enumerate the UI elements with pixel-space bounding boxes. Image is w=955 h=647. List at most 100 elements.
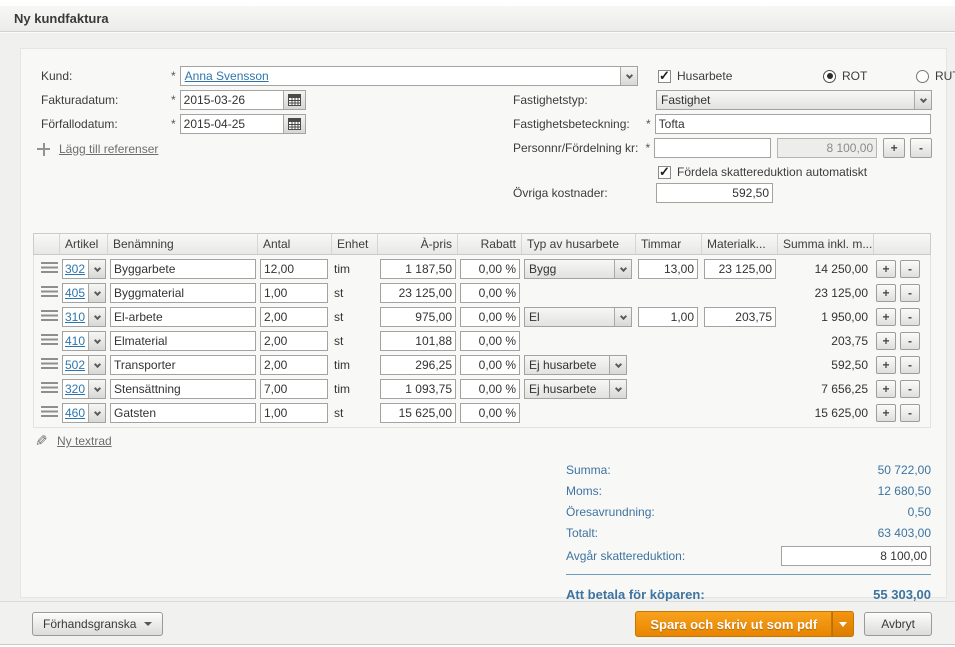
add-person-button[interactable]: + [883,138,905,158]
husarbete-typ-select[interactable]: El [524,307,632,327]
benamning-input[interactable] [110,259,256,279]
apris-input[interactable] [380,355,456,375]
remove-row-button[interactable]: - [900,356,920,374]
timmar-input[interactable] [638,307,698,327]
materialkostnad-input[interactable] [704,259,776,279]
add-row-button[interactable]: + [876,332,896,350]
fastighetstyp-select[interactable]: Fastighet [656,90,932,110]
kund-combobox[interactable]: Anna Svensson [180,66,638,86]
artikel-link[interactable]: 302 [65,262,85,276]
ovriga-kostnader-input[interactable] [656,183,773,203]
apris-input[interactable] [380,259,456,279]
forfallodatum-input[interactable] [181,115,283,133]
rut-radio[interactable] [916,70,929,83]
chevron-down-icon[interactable] [88,284,105,302]
add-row-button[interactable]: + [876,284,896,302]
artikel-link[interactable]: 310 [65,310,85,324]
calendar-icon[interactable] [283,115,305,133]
kund-link[interactable]: Anna Svensson [185,69,269,83]
chevron-down-icon[interactable] [914,91,931,109]
chevron-down-icon[interactable] [620,67,637,85]
antal-input[interactable] [260,331,328,351]
add-row-button[interactable]: + [876,356,896,374]
save-print-pdf-button[interactable]: Spara och skriv ut som pdf [635,611,832,637]
add-row-button[interactable]: + [876,260,896,278]
artikel-link[interactable]: 502 [65,358,85,372]
save-options-dropdown-button[interactable] [832,611,854,637]
chevron-down-icon[interactable] [609,380,626,398]
rabatt-input[interactable] [460,355,520,375]
preview-button[interactable]: Förhandsgranska [32,612,163,636]
remove-row-button[interactable]: - [900,260,920,278]
benamning-input[interactable] [110,331,256,351]
calendar-icon[interactable] [283,91,305,109]
timmar-input[interactable] [638,259,698,279]
chevron-down-icon[interactable] [88,356,105,374]
antal-input[interactable] [260,379,328,399]
rabatt-input[interactable] [460,331,520,351]
benamning-input[interactable] [110,283,256,303]
husarbete-typ-select[interactable]: Bygg [524,259,632,279]
drag-handle-icon[interactable] [41,358,58,369]
rabatt-input[interactable] [460,403,520,423]
chevron-down-icon[interactable] [614,308,631,326]
artikel-link[interactable]: 410 [65,334,85,348]
antal-input[interactable] [260,307,328,327]
apris-input[interactable] [380,307,456,327]
benamning-input[interactable] [110,307,256,327]
add-row-button[interactable]: + [876,380,896,398]
husarbete-typ-select[interactable]: Ej husarbete [524,379,627,399]
rabatt-input[interactable] [460,259,520,279]
remove-row-button[interactable]: - [900,380,920,398]
remove-row-button[interactable]: - [900,332,920,350]
fordela-checkbox[interactable] [658,166,671,179]
husarbete-typ-select[interactable]: Ej husarbete [524,355,627,375]
materialkostnad-input[interactable] [704,307,776,327]
chevron-down-icon[interactable] [88,260,105,278]
artikel-link[interactable]: 460 [65,406,85,420]
artikel-combo[interactable]: 405 [62,283,106,303]
personnr-input[interactable] [654,138,771,158]
rabatt-input[interactable] [460,307,520,327]
remove-row-button[interactable]: - [900,284,920,302]
add-row-button[interactable]: + [876,308,896,326]
drag-handle-icon[interactable] [41,406,58,417]
husarbete-checkbox[interactable] [658,70,671,83]
chevron-down-icon[interactable] [88,308,105,326]
drag-handle-icon[interactable] [41,310,58,321]
benamning-input[interactable] [110,403,256,423]
artikel-link[interactable]: 405 [65,286,85,300]
skattereduktion-input[interactable] [781,546,931,566]
benamning-input[interactable] [110,379,256,399]
artikel-combo[interactable]: 460 [62,403,106,423]
chevron-down-icon[interactable] [88,404,105,422]
rabatt-input[interactable] [460,283,520,303]
chevron-down-icon[interactable] [614,260,631,278]
benamning-input[interactable] [110,355,256,375]
antal-input[interactable] [260,355,328,375]
fastighetsbeteckning-input[interactable] [655,114,931,134]
remove-person-button[interactable]: - [910,138,932,158]
apris-input[interactable] [380,379,456,399]
drag-handle-icon[interactable] [41,334,58,345]
artikel-combo[interactable]: 310 [62,307,106,327]
artikel-combo[interactable]: 302 [62,259,106,279]
apris-input[interactable] [380,283,456,303]
new-text-row-link[interactable]: Ny textrad [57,434,112,448]
drag-handle-icon[interactable] [41,262,58,273]
artikel-link[interactable]: 320 [65,382,85,396]
chevron-down-icon[interactable] [609,356,626,374]
artikel-combo[interactable]: 320 [62,379,106,399]
drag-handle-icon[interactable] [41,382,58,393]
add-row-button[interactable]: + [876,404,896,422]
artikel-combo[interactable]: 502 [62,355,106,375]
remove-row-button[interactable]: - [900,404,920,422]
add-references-link[interactable]: Lägg till referenser [59,142,158,156]
remove-row-button[interactable]: - [900,308,920,326]
antal-input[interactable] [260,283,328,303]
antal-input[interactable] [260,403,328,423]
apris-input[interactable] [380,331,456,351]
chevron-down-icon[interactable] [88,332,105,350]
artikel-combo[interactable]: 410 [62,331,106,351]
rabatt-input[interactable] [460,379,520,399]
